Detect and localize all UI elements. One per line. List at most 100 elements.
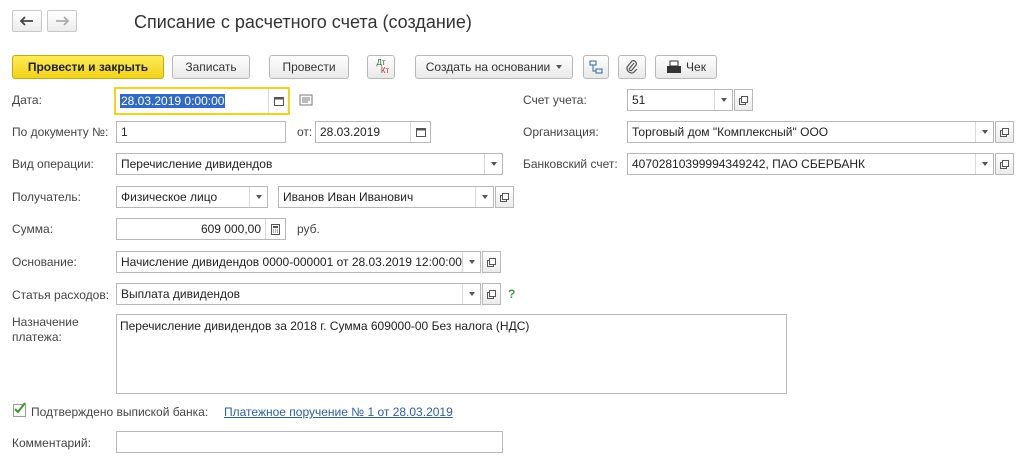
calculator-icon	[271, 223, 280, 235]
calendar-button[interactable]	[268, 89, 288, 113]
recipient-name-dropdown[interactable]	[475, 187, 493, 207]
sum-label: Сумма:	[12, 222, 54, 236]
open-window-icon	[500, 192, 509, 202]
expense-dropdown[interactable]	[462, 284, 480, 304]
payment-order-link[interactable]: Платежное поручение № 1 от 28.03.2019	[224, 405, 453, 419]
account-select[interactable]: 51	[627, 89, 733, 111]
optype-label: Вид операции:	[12, 157, 94, 171]
register-icon	[667, 60, 682, 73]
from-date-value: 28.03.2019	[320, 125, 381, 139]
comment-field[interactable]	[116, 431, 503, 453]
create-based-on-label: Создать на основании	[425, 60, 551, 74]
page-title: Списание с расчетного счета (создание)	[134, 12, 472, 32]
chevron-down-icon	[556, 65, 563, 69]
calendar-icon	[273, 97, 284, 106]
receipt-button[interactable]: Чек	[655, 55, 717, 79]
bank-account-open-button[interactable]	[995, 153, 1014, 175]
chevron-down-icon	[468, 292, 475, 296]
save-button[interactable]: Записать	[172, 55, 250, 79]
checkmark-icon	[14, 402, 26, 414]
sum-value: 609 000,00	[200, 222, 261, 236]
note-icon	[299, 94, 313, 106]
docnum-label: По документу №:	[12, 125, 109, 139]
chevron-down-icon	[481, 195, 488, 199]
sum-field[interactable]: 609 000,00	[116, 218, 286, 240]
recipient-type-dropdown[interactable]	[249, 187, 267, 207]
open-window-icon	[487, 257, 496, 267]
kt-label: Кт	[380, 66, 390, 75]
chevron-down-icon	[720, 98, 727, 102]
bank-account-value: 40702810399994349242, ПАО СБЕРБАНК	[632, 157, 865, 171]
comment-label: Комментарий:	[12, 436, 91, 450]
expense-label: Статья расходов:	[12, 288, 110, 302]
date-label: Дата:	[12, 93, 42, 107]
open-window-icon	[487, 289, 496, 299]
purpose-label-line1: Назначение	[12, 315, 79, 329]
purpose-textarea[interactable]: Перечисление дивидендов за 2018 г. Сумма…	[116, 314, 787, 394]
chevron-down-icon	[981, 130, 988, 134]
post-and-close-button[interactable]: Провести и закрыть	[12, 55, 164, 79]
receipt-label: Чек	[686, 60, 706, 74]
help-icon[interactable]: ?	[508, 287, 515, 301]
chevron-down-icon	[490, 162, 497, 166]
expense-select[interactable]: Выплата дивидендов	[116, 283, 481, 305]
expense-open-button[interactable]	[482, 283, 501, 305]
currency-label: руб.	[297, 222, 320, 236]
bank-account-select[interactable]: 40702810399994349242, ПАО СБЕРБАНК	[627, 153, 994, 175]
forward-button[interactable]	[47, 10, 77, 32]
recipient-type-value: Физическое лицо	[121, 190, 218, 204]
basis-dropdown[interactable]	[462, 252, 480, 272]
calendar-icon	[415, 128, 426, 137]
back-button[interactable]	[12, 10, 42, 32]
organization-select[interactable]: Торговый дом "Комплексный" ООО	[627, 121, 994, 143]
optype-select[interactable]: Перечисление дивидендов	[116, 153, 503, 175]
confirmed-checkbox[interactable]	[13, 402, 26, 417]
basis-select[interactable]: Начисление дивидендов 0000-000001 от 28.…	[116, 251, 481, 273]
calculator-button[interactable]	[265, 219, 285, 239]
post-label: Провести	[282, 60, 336, 74]
date-value: 28.03.2019 0:00:00	[120, 94, 226, 108]
chevron-down-icon	[981, 162, 988, 166]
open-window-icon	[1000, 159, 1009, 169]
docnum-field[interactable]: 1	[116, 121, 286, 143]
basis-value: Начисление дивидендов 0000-000001 от 28.…	[121, 255, 462, 269]
open-window-icon	[1000, 127, 1009, 137]
docnum-value: 1	[121, 125, 128, 139]
chevron-down-icon	[255, 195, 262, 199]
recipient-type-select[interactable]: Физическое лицо	[116, 186, 268, 208]
post-and-close-label: Провести и закрыть	[27, 60, 149, 74]
recipient-name-value: Иванов Иван Иванович	[283, 190, 414, 204]
arrow-left-icon	[20, 16, 33, 26]
structure-button[interactable]	[583, 55, 609, 79]
paperclip-icon	[626, 60, 638, 74]
account-open-button[interactable]	[734, 89, 753, 111]
from-label: от:	[297, 125, 313, 139]
date-field[interactable]: 28.03.2019 0:00:00	[114, 87, 290, 115]
chevron-down-icon	[468, 260, 475, 264]
account-dropdown[interactable]	[714, 90, 732, 110]
basis-open-button[interactable]	[482, 251, 501, 273]
account-value: 51	[632, 93, 646, 107]
recipient-label: Получатель:	[12, 190, 81, 204]
dt-kt-button[interactable]: Дт Кт	[367, 55, 395, 79]
bank-account-label: Банковский счет:	[523, 157, 618, 171]
calendar-button[interactable]	[410, 122, 430, 142]
save-label: Записать	[185, 60, 237, 74]
attach-button[interactable]	[618, 55, 646, 79]
organization-value: Торговый дом "Комплексный" ООО	[632, 125, 829, 139]
organization-label: Организация:	[523, 125, 599, 139]
account-label: Счет учета:	[523, 93, 587, 107]
from-date-field[interactable]: 28.03.2019	[315, 121, 431, 143]
bank-account-dropdown[interactable]	[975, 154, 993, 174]
recipient-open-button[interactable]	[495, 186, 514, 208]
confirmed-label: Подтверждено выпиской банка:	[31, 405, 209, 419]
note-button[interactable]	[299, 94, 313, 109]
organization-dropdown[interactable]	[975, 122, 993, 142]
post-button[interactable]: Провести	[269, 55, 349, 79]
organization-open-button[interactable]	[995, 121, 1014, 143]
optype-dropdown[interactable]	[484, 154, 502, 174]
date-text: 28.03.2019 0:00:00	[116, 94, 268, 108]
create-based-on-button[interactable]: Создать на основании	[415, 55, 573, 79]
structure-icon	[589, 60, 603, 74]
recipient-name-select[interactable]: Иванов Иван Иванович	[278, 186, 494, 208]
